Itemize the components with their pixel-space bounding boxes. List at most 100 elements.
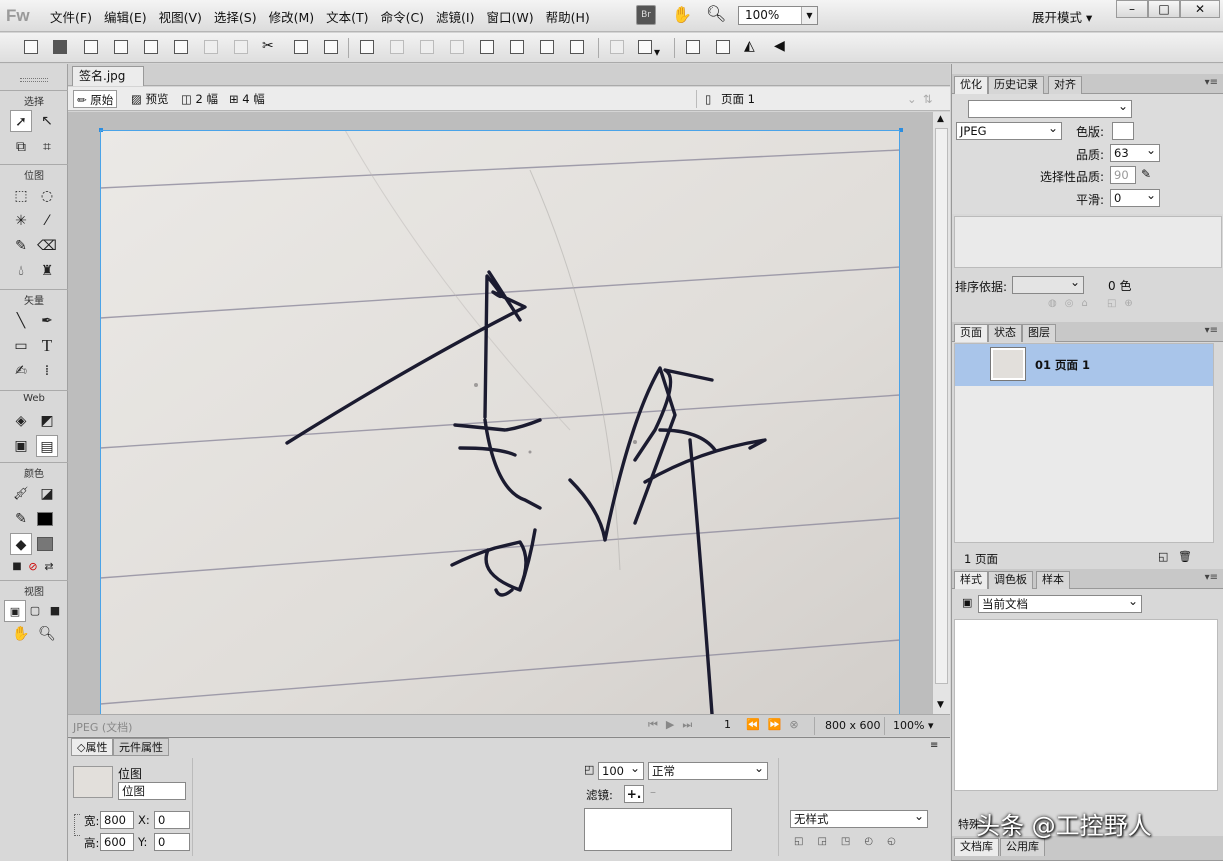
menu-select[interactable]: 选择(S) — [208, 7, 263, 26]
add-filter-button[interactable]: +. — [624, 785, 644, 803]
eyedropper-tool-icon[interactable]: 💉︎ — [10, 483, 32, 505]
tab-align[interactable]: 对齐 — [1048, 76, 1082, 94]
view-original-button[interactable]: ✏ 原始 — [73, 90, 118, 108]
pen-tool-icon[interactable]: ✒ — [36, 310, 58, 332]
crop-tool-icon[interactable]: ⌗ — [36, 136, 58, 158]
blend-mode-select[interactable]: 正常 — [648, 760, 768, 780]
zoom-select[interactable]: 100% ▼ — [738, 6, 818, 25]
format-select[interactable]: JPEG — [956, 120, 1062, 140]
delete-page-icon[interactable]: 🗑︎ — [1178, 550, 1192, 563]
tab-properties[interactable]: ◇属性 — [71, 738, 114, 756]
smoothing-select[interactable]: 0 — [1110, 187, 1160, 207]
send-to-back-icon[interactable] — [568, 38, 586, 56]
new-file-icon[interactable] — [22, 38, 40, 56]
line-tool-icon[interactable]: ╲ — [10, 310, 32, 332]
menu-window[interactable]: 窗口(W) — [481, 7, 540, 26]
view-2up-button[interactable]: ◫ 2 幅 — [178, 90, 221, 108]
ungroup-icon[interactable] — [388, 38, 406, 56]
zoom-icon[interactable]: 🔍︎ — [706, 4, 726, 23]
magic-wand-icon[interactable]: ✳ — [10, 210, 32, 232]
scale-tool-icon[interactable]: ⧉ — [10, 136, 32, 158]
opacity-field[interactable]: 100 — [598, 760, 644, 780]
panel-menu-icon[interactable]: ▾≡ — [1205, 77, 1218, 88]
tab-pages[interactable]: 页面 — [954, 324, 988, 342]
brush-tool-icon[interactable]: ⁄ — [36, 210, 58, 232]
color-table-actions[interactable]: ◍◎⌂ ◱⊕ — [1048, 298, 1141, 309]
playback-controls[interactable]: ⏮▶⏭ — [648, 718, 700, 732]
rotate-left-icon[interactable] — [684, 38, 702, 56]
remove-filter-button[interactable]: – — [650, 785, 656, 799]
bring-forward-icon[interactable] — [508, 38, 526, 56]
paint-bucket-icon[interactable]: ◪ — [36, 483, 58, 505]
list-item[interactable]: 01 页面 1 — [955, 344, 1213, 386]
redo-icon[interactable] — [232, 38, 250, 56]
tab-optimize[interactable]: 优化 — [954, 76, 988, 94]
stamp-tool-icon[interactable]: ♜ — [36, 260, 58, 282]
minimize-button[interactable]: – — [1116, 0, 1148, 18]
menu-file[interactable]: 文件(F) — [44, 7, 98, 26]
tab-samples[interactable]: 样本 — [1036, 571, 1070, 589]
edit-selective-icon[interactable]: ✎ — [1141, 167, 1151, 181]
menu-filters[interactable]: 滤镜(I) — [430, 7, 480, 26]
style-source-select[interactable]: 当前文档 — [978, 593, 1142, 613]
view-4up-button[interactable]: ⊞ 4 幅 — [226, 90, 268, 108]
save-icon[interactable] — [51, 38, 69, 56]
menu-modify[interactable]: 修改(M) — [263, 7, 321, 26]
pointer-tool-icon[interactable]: ➚ — [10, 110, 32, 132]
maximize-button[interactable]: □ — [1148, 0, 1180, 18]
hand-tool-icon[interactable]: ✋ — [10, 623, 32, 645]
close-button[interactable]: ✕ — [1180, 0, 1220, 18]
group-icon[interactable] — [358, 38, 376, 56]
import-icon[interactable] — [112, 38, 130, 56]
frame-controls[interactable]: ⏪⏩⊗ — [746, 718, 807, 731]
flip-horizontal-icon[interactable]: ◭ — [744, 38, 762, 56]
knife-tool-icon[interactable]: ⁞ — [36, 360, 58, 382]
filters-list[interactable] — [584, 808, 732, 851]
full-screen-icon[interactable]: ■ — [44, 600, 66, 622]
scroll-down-icon[interactable]: ▼ — [937, 700, 944, 710]
menu-help[interactable]: 帮助(H) — [540, 7, 596, 26]
constrain-link-icon[interactable] — [74, 814, 80, 836]
menu-text[interactable]: 文本(T) — [320, 7, 374, 26]
rectangle-tool-icon[interactable]: ▭ — [10, 335, 32, 357]
split-icon[interactable] — [448, 38, 466, 56]
workspace-mode-select[interactable]: 展开模式 ▾ — [1032, 7, 1092, 26]
menu-view[interactable]: 视图(V) — [153, 7, 208, 26]
stroke-color-swatch[interactable] — [37, 512, 53, 526]
x-field[interactable]: 0 — [154, 811, 190, 829]
height-field[interactable]: 600 — [100, 833, 134, 851]
freeform-tool-icon[interactable]: ✍ — [10, 360, 32, 382]
style-actions[interactable]: ◱◲◳◴◵ — [794, 836, 910, 847]
panel-menu-icon[interactable]: ▾≡ — [1205, 325, 1218, 336]
send-backward-icon[interactable] — [538, 38, 556, 56]
width-field[interactable]: 800 — [100, 811, 134, 829]
stroke-color-icon[interactable]: ✎ — [10, 508, 32, 530]
undo-icon[interactable] — [202, 38, 220, 56]
page-settings-icon[interactable]: ⇅ — [920, 90, 936, 108]
bridge-icon[interactable]: Br — [636, 5, 656, 25]
slice-tool-icon[interactable]: ◩ — [36, 410, 58, 432]
view-preview-button[interactable]: ▨ 预览 — [128, 90, 172, 108]
document-tab[interactable]: 签名.jpg ✕ — [72, 66, 144, 101]
fill-color-icon[interactable]: ◆ — [10, 533, 32, 555]
align-disabled-icon[interactable] — [608, 38, 626, 56]
rotate-right-icon[interactable] — [714, 38, 732, 56]
bring-to-front-icon[interactable] — [478, 38, 496, 56]
lasso-tool-icon[interactable]: ◌ — [36, 185, 58, 207]
fill-color-swatch[interactable] — [37, 537, 53, 551]
subselect-tool-icon[interactable]: ↖ — [36, 110, 58, 132]
align-icon[interactable]: ▾ — [636, 38, 664, 59]
marquee-tool-icon[interactable]: ⬚ — [10, 185, 32, 207]
sort-by-select[interactable] — [1012, 274, 1084, 294]
hand-icon[interactable]: ✋ — [672, 5, 692, 24]
flip-vertical-icon[interactable]: ◀ — [774, 38, 792, 56]
scroll-up-icon[interactable]: ▲ — [937, 114, 944, 124]
quality-field[interactable]: 63 — [1110, 142, 1160, 162]
palette-swatch[interactable] — [1112, 122, 1134, 140]
export-icon[interactable] — [142, 38, 160, 56]
preset-select[interactable] — [968, 98, 1132, 118]
open-icon[interactable] — [82, 38, 100, 56]
panel-grip[interactable] — [20, 78, 48, 82]
tab-history[interactable]: 历史记录 — [988, 76, 1044, 94]
swap-colors-icon[interactable]: ⇄ — [38, 556, 60, 578]
